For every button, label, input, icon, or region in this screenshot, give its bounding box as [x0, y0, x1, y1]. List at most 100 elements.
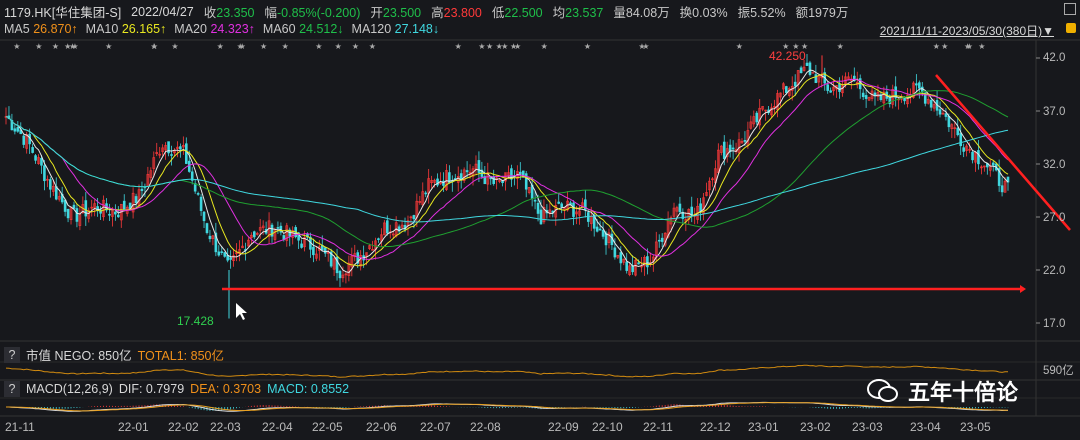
date-tick: 23-04	[910, 420, 941, 434]
kline-chart[interactable]: ★★ ★ ★★ ★★ ★ ★★ ★★★ ★★ ★★ ★★★ ★★★★ ★ ★★★ ★ ★★ ★★ ★ ★ ★★ ★★ ★	[0, 0, 1080, 440]
downtrend-line	[935, 74, 1071, 231]
candle-body	[743, 140, 747, 142]
candle-body	[560, 203, 563, 208]
support-arrow	[1020, 285, 1026, 293]
candle-body	[595, 226, 599, 232]
candle-body	[196, 193, 200, 195]
low-annotation: 17.428	[177, 314, 214, 328]
date-tick: 22-06	[366, 420, 397, 434]
dif-value: DIF: 0.7979	[118, 382, 185, 396]
candle-body	[66, 209, 70, 219]
candle-body	[959, 132, 963, 147]
candle-body	[312, 246, 315, 256]
candle-body	[75, 208, 79, 222]
candle-body	[572, 202, 575, 217]
candle-body	[755, 112, 759, 123]
nego-label: 市值 NEGO: 850亿	[26, 349, 132, 363]
candle-body	[134, 196, 138, 204]
candle-body	[179, 146, 182, 150]
candle-body	[929, 100, 933, 108]
event-star-icon: ★	[239, 42, 246, 51]
date-tick: 22-05	[312, 420, 343, 434]
candle-body	[300, 243, 303, 248]
candle-body	[660, 237, 664, 242]
candle-body	[811, 71, 815, 74]
date-tick: 22-08	[470, 420, 501, 434]
event-star-icon: ★	[105, 42, 112, 51]
help-button[interactable]: ?	[4, 381, 20, 397]
candle-body	[956, 127, 960, 136]
candle-body	[971, 151, 974, 161]
candle-body	[657, 239, 661, 242]
date-tick: 22-02	[168, 420, 199, 434]
macd-header: ? MACD(12,26,9) DIF: 0.7979 DEA: 0.3703 …	[4, 381, 349, 397]
candle-body	[22, 135, 26, 145]
candle-body	[72, 204, 76, 209]
candle-body	[722, 141, 726, 159]
date-tick: 22-03	[210, 420, 241, 434]
help-button[interactable]: ?	[4, 346, 20, 363]
candle-body	[944, 113, 948, 117]
candle-body	[338, 270, 342, 279]
event-star-icon: ★	[64, 42, 71, 51]
candle-body	[1000, 185, 1004, 193]
date-tick: 22-01	[118, 420, 149, 434]
candle-body	[492, 176, 495, 184]
mouse-cursor-icon	[236, 303, 247, 320]
candle-body	[646, 256, 649, 268]
candle-body	[731, 147, 735, 150]
candle-body	[826, 84, 829, 91]
event-star-icon: ★	[171, 42, 178, 51]
candle-body	[424, 192, 428, 195]
candle-body	[938, 109, 942, 115]
candle-body	[220, 251, 224, 253]
date-tick: 21-11	[5, 420, 35, 434]
candle-body	[31, 147, 34, 153]
event-star-icon: ★	[478, 42, 485, 51]
high-annotation: 42.250	[769, 49, 806, 63]
candle-body	[205, 223, 209, 234]
candle-body	[785, 86, 788, 93]
candle-body	[977, 150, 980, 165]
candle-body	[536, 203, 540, 214]
event-star-icon: ★	[978, 42, 985, 51]
price-tick: 17.0	[1043, 318, 1066, 330]
candle-body	[625, 261, 629, 271]
dea-line	[6, 402, 1008, 412]
candle-body	[43, 165, 46, 182]
candle-body	[793, 81, 797, 87]
event-star-icon: ★	[151, 42, 158, 51]
candle-body	[276, 227, 280, 229]
event-star-icon: ★	[352, 42, 359, 51]
candle-body	[465, 170, 469, 173]
event-star-icon: ★	[486, 42, 493, 51]
candle-body	[114, 211, 117, 215]
nego-axis-tick: 590亿	[1043, 365, 1074, 377]
candle-body	[637, 262, 640, 265]
candle-body	[385, 220, 389, 234]
candle-body	[185, 143, 188, 164]
event-star-icon: ★	[941, 42, 948, 51]
candle-body	[170, 154, 173, 156]
watermark: 五年十倍论	[866, 375, 1018, 407]
wechat-icon	[867, 379, 898, 402]
total-label: TOTAL1: 850亿	[137, 349, 224, 363]
candle-body	[519, 171, 522, 175]
date-tick: 23-01	[748, 420, 779, 434]
candle-body	[918, 82, 921, 89]
macd-value: MACD: 0.8552	[267, 382, 350, 396]
event-star-icon: ★	[514, 42, 521, 51]
candle-body	[117, 214, 120, 218]
event-star-icon: ★	[638, 42, 645, 51]
candle-body	[678, 203, 682, 213]
candle-body	[864, 95, 868, 99]
candle-body	[377, 238, 380, 240]
watermark-text: 五年十倍论	[908, 380, 1019, 405]
candle-body	[63, 199, 67, 212]
event-star-icon: ★	[966, 42, 973, 51]
candle-body	[217, 251, 221, 256]
event-star-icon: ★	[52, 42, 59, 51]
candle-body	[814, 74, 818, 84]
price-tick: 37.0	[1043, 106, 1066, 118]
event-star-icon: ★	[315, 42, 322, 51]
